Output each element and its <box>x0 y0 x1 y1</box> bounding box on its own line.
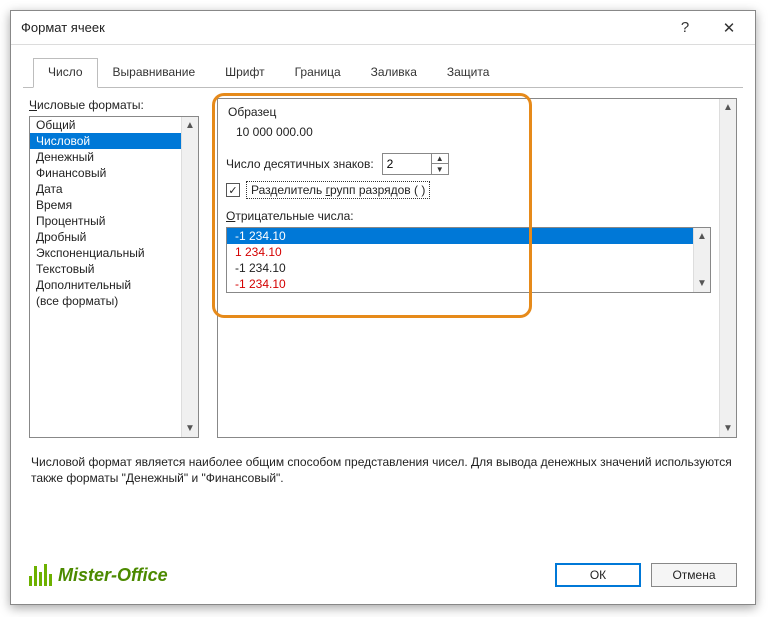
tab-4[interactable]: Заливка <box>356 58 432 88</box>
category-item[interactable]: Экспоненциальный <box>30 245 181 261</box>
scroll-up-icon[interactable]: ▲ <box>182 117 198 134</box>
tab-2[interactable]: Шрифт <box>210 58 279 88</box>
scroll-up-icon[interactable]: ▲ <box>720 99 736 116</box>
scroll-down-icon[interactable]: ▼ <box>720 420 736 437</box>
brand-bars-icon <box>29 564 52 586</box>
decimal-step-up-icon[interactable]: ▲ <box>432 154 448 164</box>
options-scrollbar[interactable]: ▲ ▼ <box>719 99 736 437</box>
brand-logo: Mister-Office <box>29 564 168 586</box>
scroll-up-icon[interactable]: ▲ <box>694 228 710 245</box>
category-item[interactable]: Процентный <box>30 213 181 229</box>
category-label: Числовые форматы: <box>29 98 199 112</box>
sample-value: 10 000 000.00 <box>226 125 711 149</box>
options-panel: Образец 10 000 000.00 Число десятичных з… <box>217 98 737 438</box>
format-cells-dialog: Формат ячеек ? ✕ ЧислоВыравниваниеШрифтГ… <box>10 10 756 605</box>
category-item[interactable]: Дробный <box>30 229 181 245</box>
category-item[interactable]: Дополнительный <box>30 277 181 293</box>
close-button[interactable]: ✕ <box>707 13 751 43</box>
scroll-down-icon[interactable]: ▼ <box>182 420 198 437</box>
negative-numbers-label: Отрицательные числа: <box>226 209 711 223</box>
titlebar: Формат ячеек ? ✕ <box>11 11 755 45</box>
negative-item[interactable]: -1 234.10 <box>227 228 693 244</box>
dialog-footer: Mister-Office ОК Отмена <box>11 556 755 604</box>
negative-item[interactable]: -1 234.10 <box>227 276 693 292</box>
thousands-separator-label: Разделитель групп разрядов ( ) <box>246 181 430 199</box>
category-item[interactable]: Дата <box>30 181 181 197</box>
category-item[interactable]: Денежный <box>30 149 181 165</box>
tab-3[interactable]: Граница <box>280 58 356 88</box>
scroll-down-icon[interactable]: ▼ <box>694 275 710 292</box>
tab-bar: ЧислоВыравниваниеШрифтГраницаЗаливкаЗащи… <box>23 57 743 88</box>
decimal-places-stepper[interactable]: ▲ ▼ <box>382 153 449 175</box>
tab-5[interactable]: Защита <box>432 58 505 88</box>
category-scrollbar[interactable]: ▲ ▼ <box>181 117 198 437</box>
cancel-button[interactable]: Отмена <box>651 563 737 587</box>
format-description: Числовой формат является наиболее общим … <box>31 454 735 486</box>
category-item[interactable]: Текстовый <box>30 261 181 277</box>
dialog-title: Формат ячеек <box>21 20 663 35</box>
dialog-content: Числовые форматы: ОбщийЧисловойДенежныйФ… <box>11 88 755 556</box>
negative-numbers-listbox[interactable]: -1 234.101 234.10-1 234.10-1 234.10 ▲ ▼ <box>226 227 711 293</box>
ok-button[interactable]: ОК <box>555 563 641 587</box>
category-column: Числовые форматы: ОбщийЧисловойДенежныйФ… <box>29 98 199 438</box>
help-button[interactable]: ? <box>663 13 707 43</box>
thousands-separator-checkbox[interactable]: ✓ Разделитель групп разрядов ( ) <box>226 181 711 199</box>
category-item[interactable]: Общий <box>30 117 181 133</box>
decimal-places-input[interactable] <box>383 154 431 174</box>
category-item[interactable]: Финансовый <box>30 165 181 181</box>
decimal-places-label: Число десятичных знаков: <box>226 157 374 171</box>
sample-label: Образец <box>228 105 711 119</box>
decimal-step-down-icon[interactable]: ▼ <box>432 164 448 174</box>
decimal-places-row: Число десятичных знаков: ▲ ▼ <box>226 153 711 175</box>
tab-1[interactable]: Выравнивание <box>98 58 211 88</box>
checkbox-mark-icon: ✓ <box>226 183 240 197</box>
category-item[interactable]: (все форматы) <box>30 293 181 309</box>
negative-item[interactable]: 1 234.10 <box>227 244 693 260</box>
negative-scrollbar[interactable]: ▲ ▼ <box>693 228 710 292</box>
tab-0[interactable]: Число <box>33 58 98 88</box>
category-item[interactable]: Числовой <box>30 133 181 149</box>
category-item[interactable]: Время <box>30 197 181 213</box>
negative-item[interactable]: -1 234.10 <box>227 260 693 276</box>
upper-panel: Числовые форматы: ОбщийЧисловойДенежныйФ… <box>29 98 737 438</box>
category-listbox[interactable]: ОбщийЧисловойДенежныйФинансовыйДатаВремя… <box>29 116 199 438</box>
